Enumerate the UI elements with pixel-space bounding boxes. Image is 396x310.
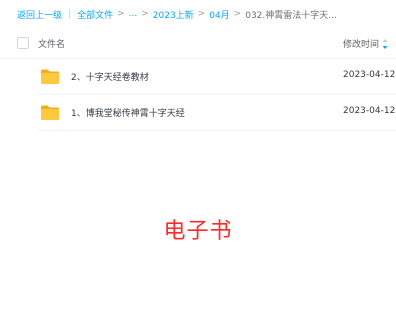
overlay-caption: 电子书 [163,219,233,244]
breadcrumb-ellipsis[interactable]: ... [129,9,138,19]
breadcrumb-arrow-icon: > [233,9,242,19]
column-header-name[interactable]: 文件名 [38,37,65,50]
folder-icon [41,105,59,120]
row-divider [38,130,396,131]
file-modified-time: 2023-04-12 1 [343,106,396,116]
sort-desc-icon[interactable] [381,38,389,50]
breadcrumb-arrow-icon: > [141,9,149,19]
folder-icon [41,69,59,84]
breadcrumb-all-files[interactable]: 全部文件 [77,8,113,21]
breadcrumb-arrow-icon: > [197,9,206,19]
select-all-checkbox[interactable] [17,37,29,49]
back-link[interactable]: 返回上一级 [17,8,62,21]
file-modified-time: 2023-04-12 1 [343,70,396,80]
file-browser-page: 返回上一级 | 全部文件 > ... > 2023上新 > 04月 > 032.… [0,0,396,310]
breadcrumb-year-folder[interactable]: 2023上新 [153,8,194,21]
file-row[interactable]: 1、博我堂秘传神霄十字天经 2023-04-12 1 [0,95,396,131]
file-row[interactable]: 2、十字天经卷教材 2023-04-12 1 [0,59,396,95]
breadcrumb-current: 032.神霄雷法十字天... [245,10,337,21]
file-name[interactable]: 2、十字天经卷教材 [71,70,149,83]
breadcrumb-separator: | [68,9,72,19]
file-list-header: 文件名 修改时间 [0,28,396,59]
breadcrumb: 返回上一级 | 全部文件 > ... > 2023上新 > 04月 > 032.… [17,6,337,22]
breadcrumb-arrow-icon: > [117,9,125,19]
breadcrumb-month-folder[interactable]: 04月 [209,8,229,21]
file-name[interactable]: 1、博我堂秘传神霄十字天经 [71,106,185,119]
column-header-modified[interactable]: 修改时间 [343,37,379,50]
